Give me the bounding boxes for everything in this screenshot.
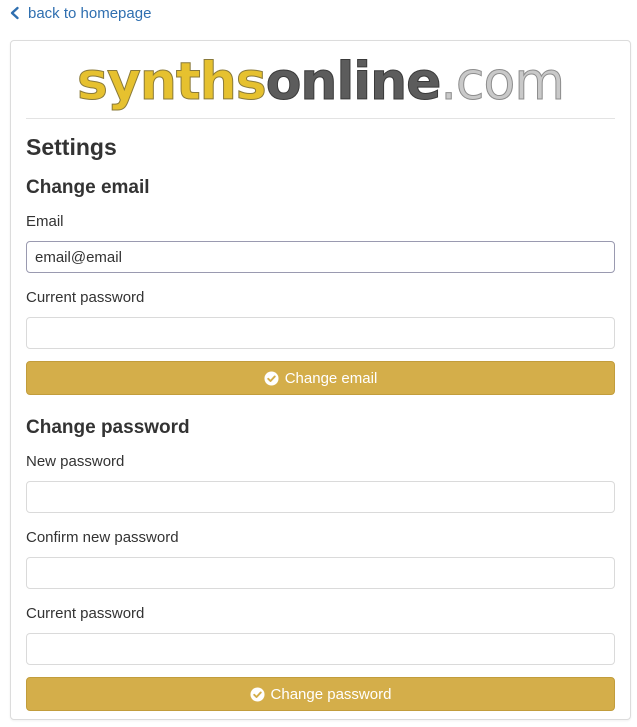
new-password-label: New password: [26, 453, 125, 470]
email-current-password-input[interactable]: [26, 317, 615, 349]
confirm-password-label: Confirm new password: [26, 529, 179, 546]
new-password-input[interactable]: [26, 481, 615, 513]
check-circle-icon: [250, 686, 265, 702]
change-email-button[interactable]: Change email: [26, 361, 615, 395]
check-circle-icon: [264, 370, 279, 386]
site-logo: synthsonline.com: [11, 51, 630, 113]
logo-divider: [26, 118, 615, 119]
password-current-password-label: Current password: [26, 605, 145, 622]
change-password-heading: Change password: [26, 417, 190, 438]
change-email-button-label: Change email: [284, 369, 378, 387]
password-current-password-input[interactable]: [26, 633, 615, 665]
change-password-button[interactable]: Change password: [26, 677, 615, 711]
logo-part-online: online: [265, 52, 442, 112]
back-to-homepage-link[interactable]: back to homepage: [8, 2, 151, 24]
back-link-label: back to homepage: [28, 4, 152, 22]
logo-part-com: .com: [440, 52, 566, 112]
change-email-heading: Change email: [26, 177, 150, 198]
email-input[interactable]: [26, 241, 615, 273]
change-password-button-label: Change password: [270, 685, 392, 703]
logo-part-synths: synths: [77, 52, 268, 112]
chevron-left-icon: [10, 6, 19, 20]
page-title: Settings: [26, 134, 117, 160]
email-label: Email: [26, 213, 64, 230]
confirm-password-input[interactable]: [26, 557, 615, 589]
settings-card: synthsonline.com Settings Change email E…: [10, 40, 631, 720]
email-current-password-label: Current password: [26, 289, 145, 306]
